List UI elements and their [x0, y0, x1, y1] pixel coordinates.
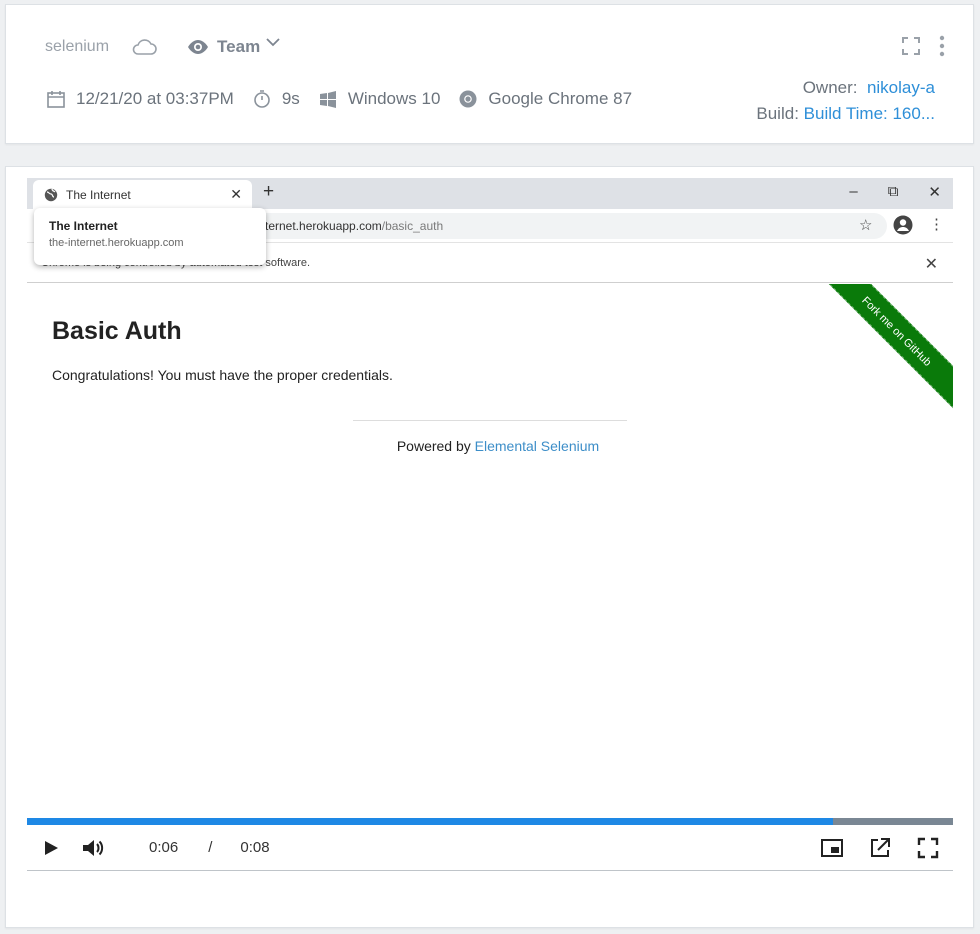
time-separator: /	[208, 839, 213, 856]
open-external-icon[interactable]	[869, 837, 891, 859]
windows-icon	[319, 91, 336, 108]
stopwatch-icon	[254, 90, 270, 108]
session-video: The Internet ✕ + – ⧉ ✕ ternet.herokuapp.…	[27, 178, 953, 871]
tab-hover-card: The Internet the-internet.herokuapp.com	[34, 208, 266, 265]
video-card: The Internet ✕ + – ⧉ ✕ ternet.herokuapp.…	[5, 166, 974, 928]
header-row: selenium Team	[45, 35, 280, 59]
video-progress-fill	[27, 818, 833, 825]
owner-link[interactable]: nikolay-a	[867, 78, 935, 97]
window-controls: – ⧉ ✕	[849, 183, 941, 201]
web-page-content: Basic Auth Congratulations! You must hav…	[27, 284, 953, 819]
session-browser: Google Chrome 87	[488, 89, 633, 108]
browser-item: Google Chrome 87	[458, 89, 632, 109]
fullscreen-video-icon[interactable]	[917, 837, 939, 859]
elemental-selenium-link[interactable]: Elemental Selenium	[475, 438, 600, 454]
os-item: Windows 10	[318, 89, 441, 109]
cloud-icon	[132, 39, 157, 55]
powered-by: Powered by Elemental Selenium	[27, 438, 953, 454]
restore-icon[interactable]: ⧉	[888, 183, 899, 201]
session-date: 12/21/20 at 03:37PM	[76, 89, 234, 108]
url-host: ternet.herokuapp.com	[265, 219, 382, 233]
url-field[interactable]: ternet.herokuapp.com/basic_auth	[227, 213, 887, 239]
globe-icon	[44, 188, 58, 201]
play-icon[interactable]	[43, 840, 59, 856]
divider	[353, 420, 627, 421]
github-ribbon[interactable]: Fork me on GitHub	[815, 284, 953, 413]
header-actions	[901, 35, 945, 57]
session-header-card: selenium Team 12/21/20 at 03:37PM 9s Win…	[5, 4, 974, 144]
close-infobar-icon[interactable]: ✕	[925, 254, 938, 274]
profile-icon[interactable]	[893, 215, 913, 235]
browser-tab[interactable]: The Internet ✕	[33, 180, 252, 209]
page-heading: Basic Auth	[52, 317, 182, 345]
chevron-down-icon[interactable]	[266, 37, 280, 47]
video-progress-bar[interactable]	[27, 818, 953, 825]
hover-title: The Internet	[49, 219, 118, 233]
picture-in-picture-icon[interactable]	[821, 837, 843, 859]
current-time: 0:06	[149, 839, 179, 856]
hover-url: the-internet.herokuapp.com	[49, 237, 184, 249]
eye-icon	[188, 40, 209, 54]
powered-prefix: Powered by	[396, 438, 475, 454]
build-label: Build:	[756, 104, 799, 123]
owner-label: Owner:	[802, 78, 858, 97]
url-path: /basic_auth	[381, 219, 444, 233]
video-controls: 0:06 / 0:08	[27, 825, 953, 871]
browser-menu-icon[interactable]: ⋮	[929, 215, 944, 233]
video-duration: 0:08	[240, 839, 270, 856]
video-right-controls	[821, 837, 939, 859]
build-link[interactable]: Build Time: 160...	[804, 104, 935, 123]
close-window-icon[interactable]: ✕	[928, 183, 941, 201]
page-message: Congratulations! You must have the prope…	[52, 367, 393, 383]
session-os: Windows 10	[347, 89, 441, 108]
visibility-label[interactable]: Team	[217, 37, 260, 57]
project-name[interactable]: selenium	[45, 38, 109, 56]
build-row: Build: Build Time: 160...	[756, 101, 935, 127]
date-item: 12/21/20 at 03:37PM	[46, 89, 234, 109]
calendar-icon	[47, 91, 65, 108]
owner-build: Owner: nikolay-a Build: Build Time: 160.…	[756, 75, 935, 127]
close-tab-icon[interactable]: ✕	[230, 186, 242, 203]
more-vertical-icon[interactable]	[939, 35, 945, 57]
owner-row: Owner: nikolay-a	[756, 75, 935, 101]
session-meta: 12/21/20 at 03:37PM 9s Windows 10 Google…	[46, 87, 650, 111]
chrome-icon	[459, 90, 477, 108]
new-tab-button[interactable]: +	[263, 181, 274, 203]
browser-tab-bar: The Internet ✕ + – ⧉ ✕	[27, 178, 953, 209]
tab-title: The Internet	[66, 187, 131, 202]
minimize-icon[interactable]: –	[849, 183, 857, 201]
volume-icon[interactable]	[81, 837, 105, 859]
session-duration: 9s	[281, 89, 300, 108]
bookmark-star-icon[interactable]: ☆	[859, 216, 872, 234]
duration-item: 9s	[252, 89, 300, 109]
fullscreen-icon[interactable]	[901, 36, 921, 56]
